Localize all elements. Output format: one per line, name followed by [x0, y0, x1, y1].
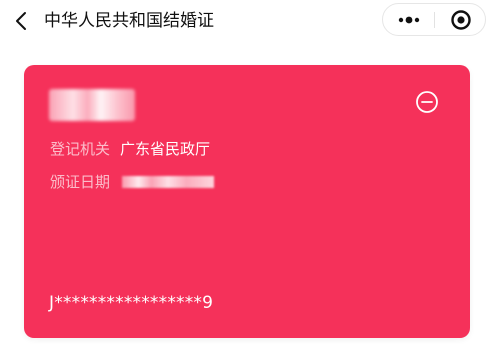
issue-date-row: 颁证日期 — [50, 171, 215, 193]
more-button[interactable] — [383, 4, 434, 35]
collapse-button[interactable] — [414, 89, 440, 115]
back-button[interactable] — [10, 8, 32, 34]
authority-value: 广东省民政厅 — [120, 140, 211, 158]
top-navbar: 中华人民共和国结婚证 — [0, 0, 493, 44]
minus-circle-icon — [416, 91, 438, 113]
target-circle-icon — [450, 9, 471, 30]
marriage-certificate-card[interactable]: 登记机关 广东省民政厅 颁证日期 J*****************9 — [24, 65, 470, 338]
miniprogram-capsule — [382, 3, 486, 36]
page-title: 中华人民共和国结婚证 — [44, 11, 214, 31]
certificate-number: J*****************9 — [49, 293, 214, 313]
authority-row: 登记机关 广东省民政厅 — [50, 138, 210, 160]
authority-label: 登记机关 — [50, 140, 111, 158]
chevron-left-icon — [16, 12, 26, 30]
close-miniprogram-button[interactable] — [435, 4, 486, 35]
redacted-issue-date — [122, 175, 215, 188]
issue-date-label: 颁证日期 — [50, 173, 111, 191]
redacted-name — [49, 89, 135, 121]
more-dots-icon — [398, 16, 419, 23]
